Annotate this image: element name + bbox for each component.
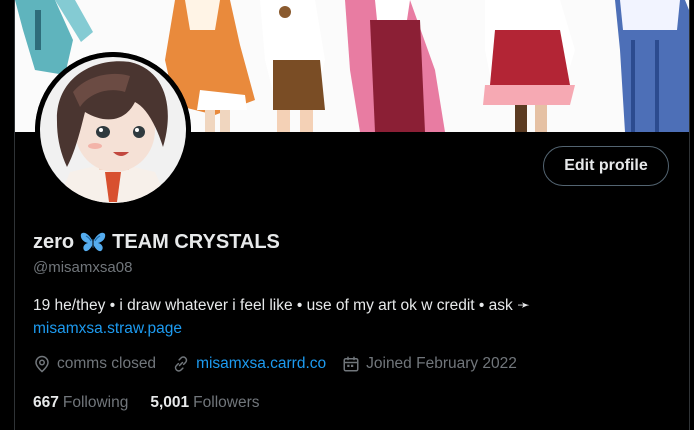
display-name-row: zero TEAM CRYSTALS xyxy=(33,229,280,255)
edit-profile-button[interactable]: Edit profile xyxy=(543,146,669,186)
location-text: comms closed xyxy=(57,355,157,372)
follow-stats: 667 Following 5,001 Followers xyxy=(33,392,281,414)
profile-handle: @misamxsa08 xyxy=(33,259,133,276)
location-item: comms closed xyxy=(33,355,156,373)
calendar-icon xyxy=(342,355,360,373)
profile-avatar[interactable] xyxy=(35,52,191,208)
bio-link[interactable]: misamxsa.straw.page xyxy=(33,317,663,340)
profile-bio: 19 he/they • i draw whatever i feel like… xyxy=(33,294,663,340)
display-name: zero xyxy=(33,230,75,253)
followers-label: Followers xyxy=(193,394,260,411)
joined-item: Joined February 2022 xyxy=(342,355,517,373)
following-link[interactable]: 667 Following xyxy=(33,394,128,412)
display-name-suffix: TEAM CRYSTALS xyxy=(112,230,280,253)
followers-count: 5,001 xyxy=(150,394,190,411)
profile-meta: comms closed misamxsa.carrd.co Joined Fe… xyxy=(33,352,533,376)
following-label: Following xyxy=(62,394,129,411)
link-icon xyxy=(172,355,190,373)
location-pin-icon xyxy=(33,355,51,373)
website-link[interactable]: misamxsa.carrd.co xyxy=(196,355,326,373)
following-count: 667 xyxy=(33,394,59,411)
joined-text: Joined February 2022 xyxy=(366,355,517,372)
followers-link[interactable]: 5,001 Followers xyxy=(150,394,259,412)
butterfly-emoji-icon xyxy=(80,231,106,253)
column-border-right xyxy=(689,0,690,430)
website-item: misamxsa.carrd.co xyxy=(172,355,326,373)
bio-text: 19 he/they • i draw whatever i feel like… xyxy=(33,297,531,314)
